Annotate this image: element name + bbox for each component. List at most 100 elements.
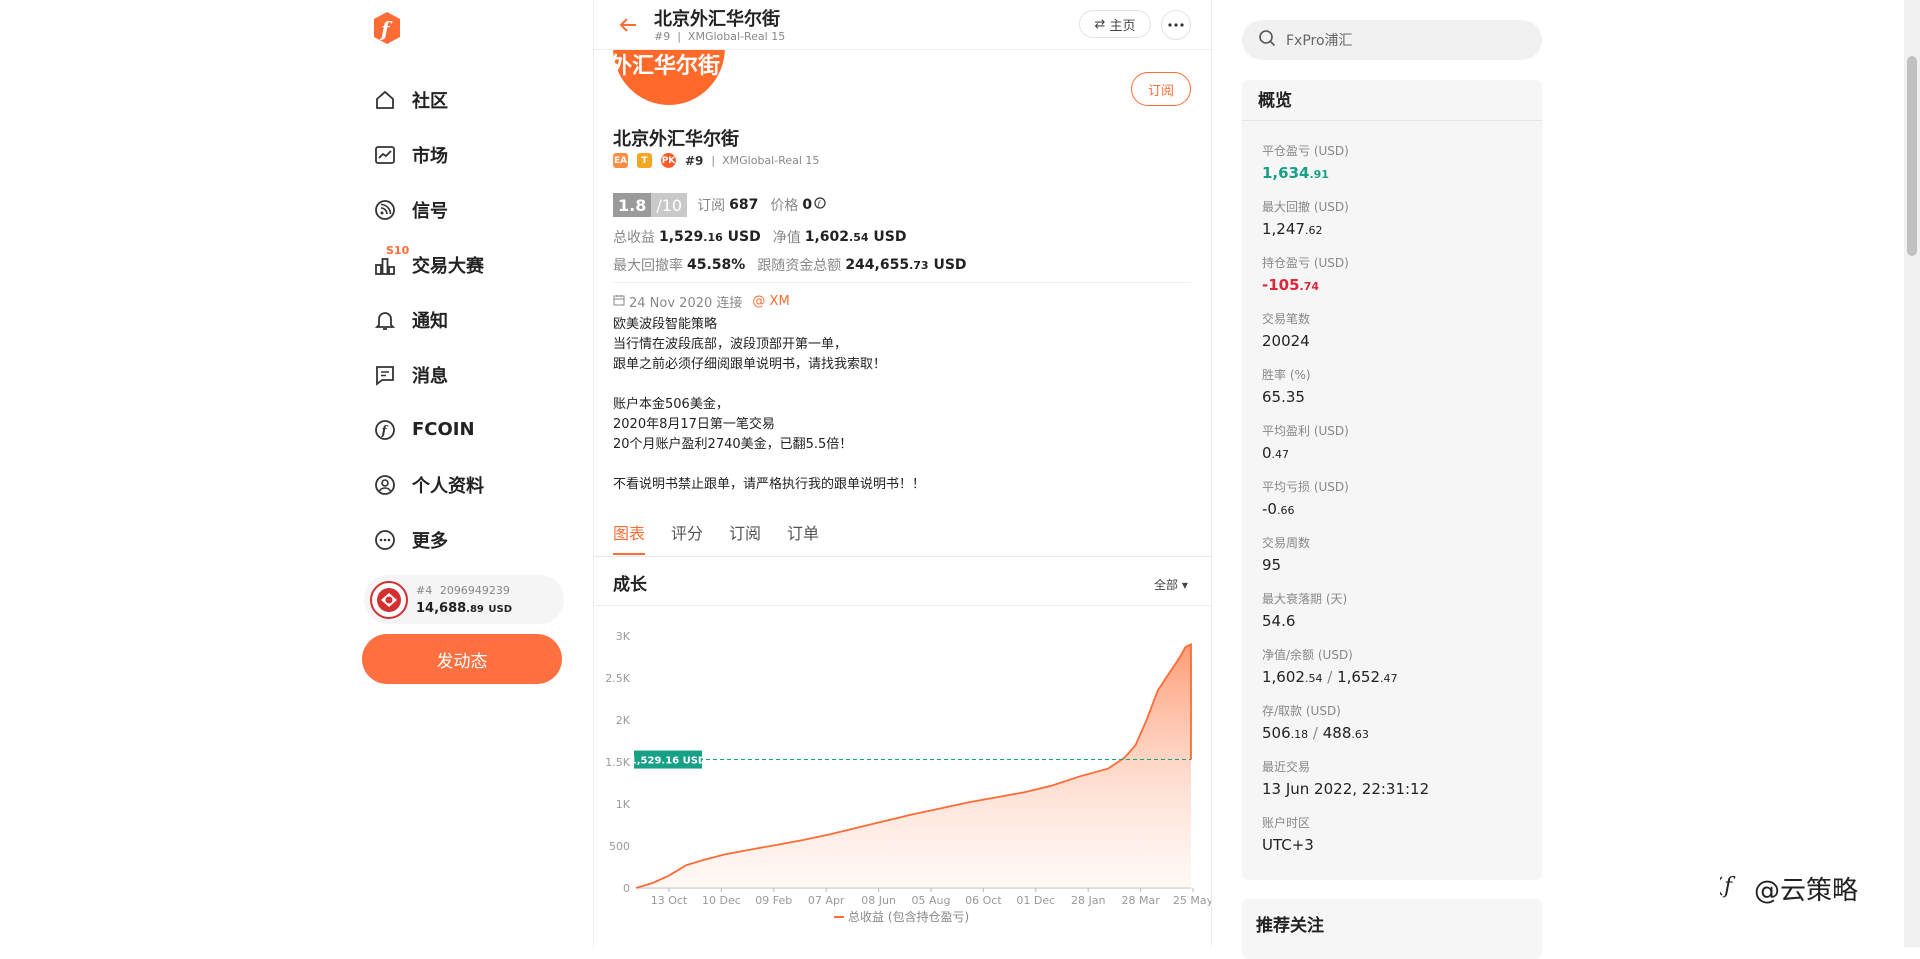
growth-chart[interactable]: 0 500 1K 1.5K 2K 2.5K 3K 13 Oct 10 Dec 09 Feb 07 A… xyxy=(594,616,1211,906)
app-logo-icon[interactable]: f xyxy=(372,11,402,45)
more-icon xyxy=(372,527,398,553)
desc-line: 20个月账户盈利2740美金，已翻5.5倍！ xyxy=(613,437,853,452)
subs-count: 687 xyxy=(729,197,759,213)
total-profit-value: 1,529.16 USD xyxy=(659,229,761,245)
price-number: 0 xyxy=(802,197,813,213)
overview-value-int: 506 xyxy=(1262,724,1291,742)
chart-legend[interactable]: 总收益 (包含持仓盈亏) xyxy=(834,908,969,925)
overview-item: 交易周数 95 xyxy=(1262,534,1310,574)
overview-value-dec: .54 xyxy=(1304,672,1323,685)
overview-value: -0.66 xyxy=(1262,500,1349,518)
overview-value-int: 65.35 xyxy=(1262,388,1305,406)
overview-value: 13 Jun 2022, 22:31:12 xyxy=(1262,780,1429,798)
y-tick-label: 0 xyxy=(623,882,630,895)
x-tick-label: 01 Dec xyxy=(1016,894,1055,906)
tp-dec: .16 xyxy=(703,231,723,244)
nav-item-fcoin[interactable]: f FCOIN xyxy=(372,402,562,457)
subscribe-button[interactable]: 订阅 xyxy=(1131,72,1191,106)
overview-label: 平仓盈亏 (USD) xyxy=(1262,144,1349,158)
post-button[interactable]: 发动态 xyxy=(362,634,562,684)
nav-item-community[interactable]: 社区 xyxy=(372,72,562,127)
tab-orders[interactable]: 订单 xyxy=(787,520,819,555)
page-subtitle: #9 | XMGlobal-Real 15 xyxy=(654,30,786,43)
overview-value-dec: .66 xyxy=(1276,504,1295,517)
account-card[interactable]: #4 2096949239 14,688.89 USD xyxy=(364,575,564,624)
x-tick-label: 25 May xyxy=(1173,894,1211,906)
desc-line xyxy=(613,455,925,475)
watermark-text: @云策略 xyxy=(1754,876,1859,906)
account-avatar xyxy=(370,580,408,619)
nav-item-market[interactable]: 市场 xyxy=(372,127,562,182)
nav-item-more[interactable]: 更多 xyxy=(372,512,562,567)
overview-value-int: 95 xyxy=(1262,556,1282,574)
overview-label: 最大回撤 (USD) xyxy=(1262,200,1349,214)
home-button[interactable]: ⇄ 主页 xyxy=(1079,10,1151,38)
tab-rating[interactable]: 评分 xyxy=(671,520,703,555)
search-bar[interactable]: FxPro浦汇 xyxy=(1242,20,1542,60)
signal-name: 北京外汇华尔街 xyxy=(613,129,739,150)
tab-subscriptions[interactable]: 订阅 xyxy=(729,520,761,555)
nav-item-signal[interactable]: 信号 xyxy=(372,182,562,237)
calendar-icon xyxy=(613,294,625,310)
balance-dec: .89 xyxy=(466,603,484,615)
divider xyxy=(613,282,1191,283)
y-tick-label: 1K xyxy=(616,798,631,811)
overview-value-int2: 1,652 xyxy=(1337,668,1381,686)
ff-int: 244,655 xyxy=(845,257,910,273)
overview-item: 平均亏损 (USD) -0.66 xyxy=(1262,478,1349,518)
search-icon xyxy=(1258,29,1276,51)
x-tick-label: 05 Aug xyxy=(912,894,951,906)
y-tick-label: 500 xyxy=(609,840,630,853)
max-dd-label: 最大回撤率 xyxy=(613,258,683,274)
follow-funds-value: 244,655.73 USD xyxy=(845,257,966,273)
overview-value-int: 1,602 xyxy=(1262,668,1305,686)
overview-value-int: -0 xyxy=(1262,500,1277,518)
desc-line: 跟单之前必须仔细阅跟单说明书，请找我索取！ xyxy=(613,357,887,372)
range-select[interactable]: 全部 ▾ xyxy=(1154,576,1188,593)
pk-tag-icon: PK xyxy=(661,153,676,168)
overview-value-int: 1,247 xyxy=(1262,220,1305,238)
overview-label: 存/取款 (USD) xyxy=(1262,704,1341,718)
coin-icon: f xyxy=(372,417,398,443)
home-icon xyxy=(372,87,398,113)
back-arrow-icon[interactable] xyxy=(616,13,640,37)
signal-avatar-text: 外汇华尔街 xyxy=(613,54,721,79)
total-profit-label: 总收益 xyxy=(613,230,655,246)
price-label: 价格 xyxy=(770,198,799,214)
overview-label: 平均盈利 (USD) xyxy=(1262,424,1349,438)
overview-value-dec2: .63 xyxy=(1351,728,1369,741)
tab-chart[interactable]: 图表 xyxy=(613,520,646,555)
nav-label: FCOIN xyxy=(412,419,475,440)
brand-f-icon: f xyxy=(1717,871,1748,906)
nav-item-profile[interactable]: 个人资料 xyxy=(372,457,562,512)
nav-item-notifications[interactable]: 通知 xyxy=(372,292,562,347)
overview-item: 平仓盈亏 (USD) 1,634.91 xyxy=(1262,142,1349,182)
ff-currency: USD xyxy=(933,257,967,273)
overview-value-dec: .62 xyxy=(1304,224,1323,237)
y-tick-label: 2.5K xyxy=(605,672,630,685)
signal-tags: EA T PK #9 | XMGlobal-Real 15 xyxy=(613,153,819,168)
nav-item-contest[interactable]: S10 交易大赛 xyxy=(372,237,562,292)
growth-area xyxy=(636,644,1191,888)
chart-icon xyxy=(372,142,398,168)
overview-label: 持仓盈亏 (USD) xyxy=(1262,256,1349,270)
connection-row: 24 Nov 2020 连接 @ XM xyxy=(613,292,790,311)
nav-label: 更多 xyxy=(412,530,448,552)
more-options-button[interactable] xyxy=(1161,10,1191,40)
svg-text:f: f xyxy=(381,423,389,437)
main-nav: 社区 市场 信号 S10 交易大赛 通知 消息 f FCOIN 个人资料 更多 xyxy=(372,72,562,567)
nav-label: 消息 xyxy=(412,365,448,387)
scrollbar-thumb[interactable] xyxy=(1907,56,1917,256)
nav-label: 通知 xyxy=(412,310,448,332)
ea-tag-icon: EA xyxy=(613,153,628,168)
desc-line: 欧美波段智能策略 xyxy=(613,317,718,332)
page-title: 北京外汇华尔街 xyxy=(654,9,780,30)
overview-label: 交易笔数 xyxy=(1262,312,1311,326)
coin-icon: f xyxy=(814,197,826,213)
broker-link[interactable]: @ XM xyxy=(752,294,789,309)
search-input[interactable]: FxPro浦汇 xyxy=(1286,30,1353,50)
overview-value-dec: .91 xyxy=(1309,168,1329,181)
home-button-label: 主页 xyxy=(1109,18,1136,34)
overview-value-int: 54.6 xyxy=(1262,612,1296,630)
nav-item-messages[interactable]: 消息 xyxy=(372,347,562,402)
